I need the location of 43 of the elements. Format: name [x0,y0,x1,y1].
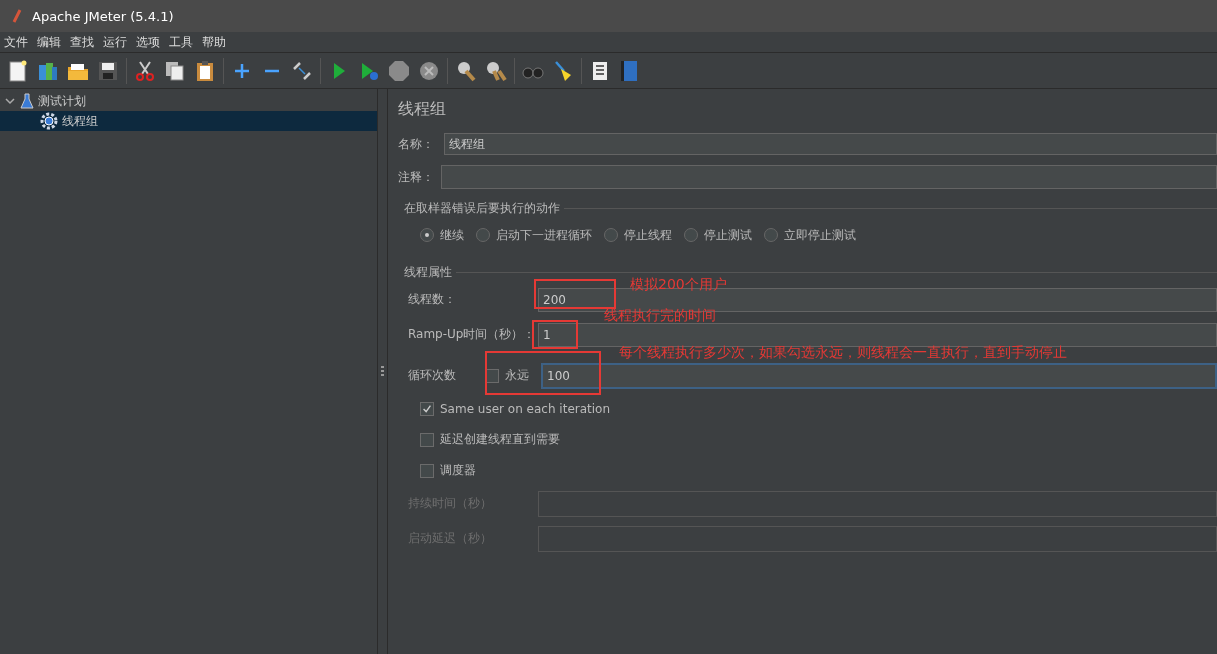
annotation-text: 每个线程执行多少次，如果勾选永远，则线程会一直执行，直到手动停止 [619,345,1067,360]
checkbox[interactable] [420,463,434,478]
menu-item[interactable]: 文件 [0,33,33,51]
radio-option[interactable]: 停止测试 [684,226,752,244]
toolbar-stop-icon[interactable] [387,58,411,83]
radio-option[interactable]: 继续 [420,226,464,244]
radio-option[interactable]: 立即停止测试 [764,226,856,244]
menu-item[interactable]: 选项 [132,33,165,51]
menu-item[interactable]: 工具 [165,33,198,51]
chevron-down-icon[interactable] [4,95,16,107]
feather-icon [12,9,22,23]
field-label: 注释： [398,168,435,186]
checkbox[interactable] [420,432,434,447]
menu-item[interactable]: 查找 [66,33,99,51]
group-legend: 线程属性 [404,263,452,281]
field-label: 循环次数 [408,367,457,384]
checkbox-label: Same user on each iteration [440,401,611,416]
splitter-handle[interactable] [381,366,384,378]
field-label: Ramp-Up时间（秒）： [408,326,537,343]
input-field[interactable]: 100 [541,362,1217,389]
panel-title: 线程组 [398,99,447,120]
checkbox-label: 永远 [505,367,529,384]
menu-item[interactable]: 编辑 [33,33,66,51]
tree-item[interactable]: 线程组 [0,111,377,131]
tree-item[interactable]: 测试计划 [0,91,377,111]
annotation-box [532,320,578,349]
menu-item[interactable]: 运行 [99,33,132,51]
checkbox-label: 调度器 [440,462,476,479]
flask-icon [20,93,34,109]
checkbox-label: 延迟创建线程直到需要 [440,431,560,448]
gear-icon [40,112,58,130]
field-label: 线程数： [408,291,457,308]
radio-option[interactable]: 停止线程 [604,226,672,244]
field-label: 名称： [398,135,435,153]
checkbox[interactable] [420,401,434,416]
group-legend: 在取样器错误后要执行的动作 [404,199,560,217]
input-field[interactable] [538,490,1217,517]
radio-option[interactable]: 启动下一进程循环 [476,226,592,244]
menu-item[interactable]: 帮助 [198,33,231,51]
name-field[interactable]: 线程组 [444,133,1217,155]
input-field[interactable] [538,525,1217,552]
window-title: Apache JMeter (5.4.1) [32,8,174,24]
comment-field[interactable] [441,165,1217,189]
